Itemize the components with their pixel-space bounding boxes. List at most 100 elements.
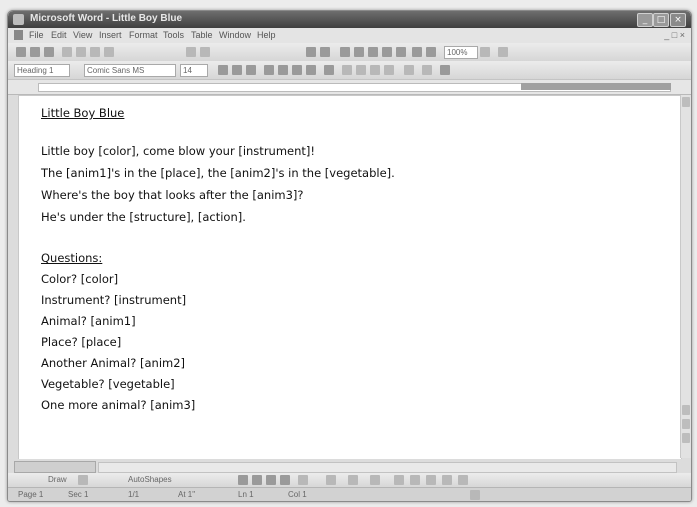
line-style-icon[interactable] bbox=[394, 475, 404, 485]
font-size-select[interactable]: 14 bbox=[180, 64, 208, 77]
research-icon[interactable] bbox=[104, 47, 114, 57]
question-line: Vegetable? [vegetable] bbox=[41, 377, 175, 391]
ruler-right-margin bbox=[521, 83, 671, 90]
columns-icon[interactable] bbox=[368, 47, 378, 57]
window-title: Microsoft Word - Little Boy Blue bbox=[30, 13, 183, 24]
justify-icon[interactable] bbox=[306, 65, 316, 75]
vertical-scrollbar[interactable] bbox=[680, 95, 691, 458]
status-at: At 1" bbox=[178, 490, 196, 499]
spelling-icon[interactable] bbox=[90, 47, 100, 57]
drawing-icon[interactable] bbox=[382, 47, 392, 57]
menu-table[interactable]: Table bbox=[188, 30, 216, 40]
view-buttons[interactable] bbox=[14, 461, 96, 473]
question-line: One more animal? [anim3] bbox=[41, 398, 196, 412]
undo-icon[interactable] bbox=[200, 47, 210, 57]
line-icon[interactable] bbox=[238, 475, 248, 485]
document-title: Little Boy Blue bbox=[41, 106, 125, 120]
save-icon[interactable] bbox=[44, 47, 54, 57]
document-page[interactable]: Little Boy Blue Little boy [color], come… bbox=[18, 95, 682, 460]
horizontal-scrollbar[interactable] bbox=[98, 462, 677, 473]
question-line: Place? [place] bbox=[41, 335, 122, 349]
scroll-up-icon[interactable] bbox=[682, 97, 690, 107]
arrow-style-icon[interactable] bbox=[426, 475, 436, 485]
zoom-select[interactable]: 100% bbox=[444, 46, 478, 59]
line-color-icon[interactable] bbox=[348, 475, 358, 485]
maximize-button[interactable]: □ bbox=[653, 13, 669, 27]
print-icon[interactable] bbox=[62, 47, 72, 57]
menu-window[interactable]: Window bbox=[216, 30, 254, 40]
increase-indent-icon[interactable] bbox=[384, 65, 394, 75]
title-bar: Microsoft Word - Little Boy Blue _ □ × bbox=[8, 11, 691, 28]
show-hide-icon[interactable] bbox=[412, 47, 422, 57]
oval-icon[interactable] bbox=[266, 475, 276, 485]
question-line: Animal? [anim1] bbox=[41, 314, 136, 328]
previous-page-icon[interactable] bbox=[682, 405, 690, 415]
poem-line: He's under the [structure], [action]. bbox=[41, 210, 246, 224]
document-map-icon[interactable] bbox=[396, 47, 406, 57]
align-center-icon[interactable] bbox=[278, 65, 288, 75]
open-folder-icon[interactable] bbox=[30, 47, 40, 57]
bullets-icon[interactable] bbox=[356, 65, 366, 75]
menu-file[interactable]: File bbox=[26, 30, 47, 40]
close-button[interactable]: × bbox=[670, 13, 686, 27]
select-objects-icon[interactable] bbox=[78, 475, 88, 485]
questions-heading: Questions: bbox=[41, 251, 103, 265]
insert-excel-icon[interactable] bbox=[354, 47, 364, 57]
numbering-icon[interactable] bbox=[342, 65, 352, 75]
select-browse-object-icon[interactable] bbox=[682, 419, 690, 429]
status-line: Ln 1 bbox=[238, 490, 254, 499]
wordart-icon[interactable] bbox=[298, 475, 308, 485]
poem-line: Little boy [color], come blow your [inst… bbox=[41, 144, 316, 158]
bold-icon[interactable] bbox=[218, 65, 228, 75]
new-document-icon[interactable] bbox=[16, 47, 26, 57]
menu-help[interactable]: Help bbox=[254, 30, 279, 40]
print-preview-icon[interactable] bbox=[76, 47, 86, 57]
rectangle-icon[interactable] bbox=[252, 475, 262, 485]
insert-table-icon[interactable] bbox=[340, 47, 350, 57]
decrease-indent-icon[interactable] bbox=[370, 65, 380, 75]
font-select[interactable]: Comic Sans MS bbox=[84, 64, 176, 77]
read-icon[interactable] bbox=[498, 47, 508, 57]
menu-tools[interactable]: Tools bbox=[160, 30, 187, 40]
document-window-controls[interactable]: _ □ × bbox=[664, 30, 685, 40]
menu-bar: File Edit View Insert Format Tools Table… bbox=[8, 28, 691, 43]
menu-edit[interactable]: Edit bbox=[48, 30, 70, 40]
help-icon[interactable] bbox=[480, 47, 490, 57]
word-window: Microsoft Word - Little Boy Blue _ □ × F… bbox=[7, 10, 692, 502]
align-left-icon[interactable] bbox=[264, 65, 274, 75]
paragraph-mark-icon[interactable] bbox=[426, 47, 436, 57]
highlight-icon[interactable] bbox=[422, 65, 432, 75]
font-color-drawing-icon[interactable] bbox=[370, 475, 380, 485]
font-color-icon[interactable] bbox=[440, 65, 450, 75]
drawing-toolbar: Draw AutoShapes bbox=[8, 473, 691, 487]
status-position: 1/1 bbox=[128, 490, 140, 499]
question-line: Color? [color] bbox=[41, 272, 119, 286]
textbox-icon[interactable] bbox=[280, 475, 290, 485]
underline-icon[interactable] bbox=[246, 65, 256, 75]
fill-color-icon[interactable] bbox=[326, 475, 336, 485]
shadow-icon[interactable] bbox=[442, 475, 452, 485]
menu-insert[interactable]: Insert bbox=[96, 30, 125, 40]
italic-icon[interactable] bbox=[232, 65, 242, 75]
menu-format[interactable]: Format bbox=[126, 30, 161, 40]
tables-borders-icon[interactable] bbox=[320, 47, 330, 57]
minimize-button[interactable]: _ bbox=[637, 13, 653, 27]
hyperlink-icon[interactable] bbox=[306, 47, 316, 57]
paste-icon[interactable] bbox=[186, 47, 196, 57]
status-section: Sec 1 bbox=[68, 490, 89, 499]
spelling-status-icon[interactable] bbox=[470, 490, 480, 500]
align-right-icon[interactable] bbox=[292, 65, 302, 75]
dash-style-icon[interactable] bbox=[410, 475, 420, 485]
horizontal-scroll-row bbox=[8, 459, 691, 473]
horizontal-ruler[interactable] bbox=[8, 80, 691, 95]
outside-border-icon[interactable] bbox=[404, 65, 414, 75]
formatting-toolbar: Heading 1 Comic Sans MS 14 bbox=[8, 61, 691, 80]
style-select[interactable]: Heading 1 bbox=[14, 64, 70, 77]
autoshapes-menu[interactable]: AutoShapes bbox=[128, 475, 172, 484]
word-app-icon bbox=[13, 14, 24, 25]
draw-menu[interactable]: Draw bbox=[48, 475, 67, 484]
next-page-icon[interactable] bbox=[682, 433, 690, 443]
3d-icon[interactable] bbox=[458, 475, 468, 485]
menu-view[interactable]: View bbox=[70, 30, 95, 40]
line-spacing-icon[interactable] bbox=[324, 65, 334, 75]
